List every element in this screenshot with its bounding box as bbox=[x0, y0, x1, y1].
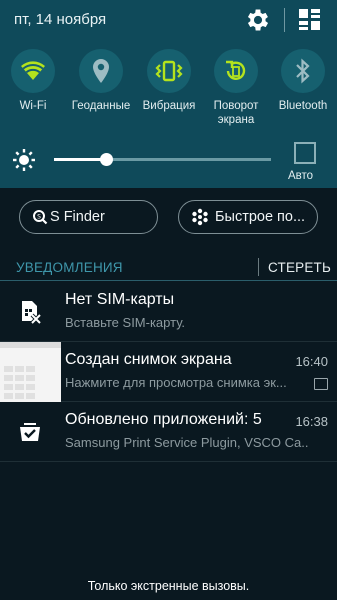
emergency-calls-label: Только экстренные вызовы. bbox=[87, 579, 250, 593]
header-divider bbox=[284, 8, 285, 32]
screenshot-thumbnail bbox=[0, 342, 61, 402]
location-icon bbox=[93, 59, 109, 83]
toggle-bluetooth-label: Bluetooth bbox=[278, 100, 328, 112]
settings-button[interactable] bbox=[244, 6, 272, 34]
notification-screenshot[interactable]: Создан снимок экрана Нажмите для просмот… bbox=[0, 342, 337, 402]
toggle-wifi-circle bbox=[11, 49, 55, 93]
grid-icon bbox=[299, 9, 320, 30]
toggle-rotation-circle bbox=[214, 49, 258, 93]
notification-text: Samsung Print Service Plugin, VSCO Ca... bbox=[65, 435, 309, 450]
brightness-icon bbox=[13, 149, 35, 171]
brightness-slider-thumb[interactable] bbox=[100, 153, 114, 166]
vibration-icon bbox=[155, 60, 183, 82]
brightness-slider[interactable] bbox=[54, 153, 271, 166]
brightness-slider-fill bbox=[54, 158, 107, 161]
toggle-vibration[interactable]: Вибрация bbox=[136, 49, 202, 131]
notification-title: Обновлено приложений: 5 bbox=[65, 411, 262, 428]
app-update-icon bbox=[20, 423, 40, 441]
notifications-divider bbox=[0, 280, 337, 281]
notification-app-updates[interactable]: Обновлено приложений: 5 Samsung Print Se… bbox=[0, 402, 337, 462]
search-icon: S bbox=[33, 210, 48, 225]
edit-toggles-button[interactable] bbox=[297, 7, 323, 33]
notification-title: Создан снимок экрана bbox=[65, 351, 232, 368]
date-label: пт, 14 ноября bbox=[14, 11, 107, 28]
toggle-bluetooth[interactable]: Bluetooth bbox=[270, 49, 336, 131]
status-header: пт, 14 ноября bbox=[0, 0, 337, 40]
toggle-rotation-label: Поворот экрана bbox=[213, 100, 259, 126]
screenshot-preview-image bbox=[0, 342, 61, 402]
svg-text:S: S bbox=[37, 213, 41, 220]
toggle-bluetooth-circle bbox=[281, 49, 325, 93]
notification-text: Вставьте SIM-карту. bbox=[65, 315, 186, 330]
toggle-rotation[interactable]: Поворот экрана bbox=[203, 49, 269, 131]
s-finder-button[interactable]: S S Finder bbox=[19, 200, 158, 234]
notifications-header: УВЕДОМЛЕНИЯ СТЕРЕТЬ bbox=[0, 256, 337, 281]
toggle-wifi-label: Wi-Fi bbox=[19, 100, 47, 112]
toggle-location[interactable]: Геоданные bbox=[68, 49, 134, 131]
auto-brightness-checkbox[interactable] bbox=[294, 142, 316, 164]
image-icon bbox=[314, 378, 328, 390]
toggle-vibration-label: Вибрация bbox=[142, 100, 196, 112]
brightness-row: Авто bbox=[0, 138, 337, 184]
notifications-title: УВЕДОМЛЕНИЯ bbox=[16, 260, 123, 275]
notification-time: 16:40 bbox=[295, 354, 328, 369]
rotate-icon bbox=[226, 60, 246, 80]
quick-connect-label: Быстрое по... bbox=[215, 209, 306, 225]
toggle-location-circle bbox=[79, 49, 123, 93]
quick-connect-icon bbox=[192, 208, 208, 226]
toggle-location-label: Геоданные bbox=[71, 100, 131, 112]
action-buttons: S S Finder Быстрое по... bbox=[0, 200, 337, 236]
gear-icon bbox=[247, 9, 269, 31]
s-finder-label: S Finder bbox=[50, 209, 105, 225]
quick-toggles: Wi-Fi Геоданные Вибрация Поворот экрана … bbox=[0, 49, 337, 131]
quick-settings-panel: пт, 14 ноября Wi-Fi Геоданные Вибрация П… bbox=[0, 0, 337, 188]
wifi-icon bbox=[21, 61, 45, 80]
sim-card-icon bbox=[22, 301, 42, 325]
clear-notifications-button[interactable]: СТЕРЕТЬ bbox=[268, 260, 331, 275]
notification-text: Нажмите для просмотра снимка эк... bbox=[65, 375, 287, 390]
bluetooth-icon bbox=[296, 58, 310, 84]
header-separator bbox=[258, 258, 259, 276]
toggle-wifi[interactable]: Wi-Fi bbox=[0, 49, 66, 131]
notification-no-sim[interactable]: Нет SIM-карты Вставьте SIM-карту. bbox=[0, 282, 337, 342]
notification-time: 16:38 bbox=[295, 414, 328, 429]
notification-title: Нет SIM-карты bbox=[65, 291, 175, 308]
notification-shade: пт, 14 ноября Wi-Fi Геоданные Вибрация П… bbox=[0, 0, 337, 600]
quick-connect-button[interactable]: Быстрое по... bbox=[178, 200, 318, 234]
toggle-vibration-circle bbox=[147, 49, 191, 93]
auto-brightness-label: Авто bbox=[288, 170, 314, 182]
